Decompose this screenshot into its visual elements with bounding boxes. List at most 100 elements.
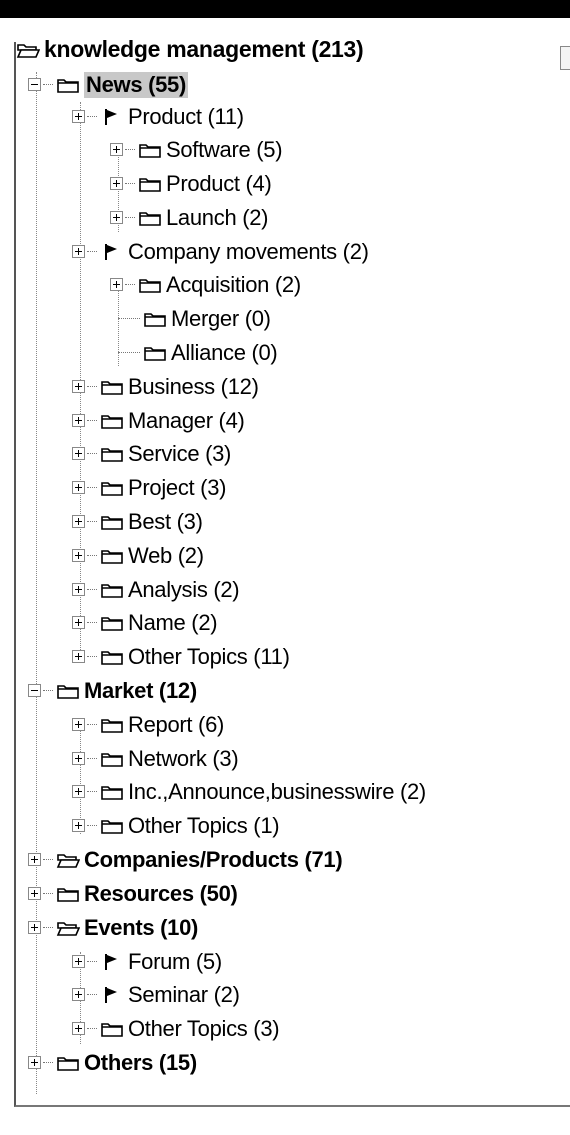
collapse-icon[interactable] bbox=[28, 684, 41, 697]
expand-icon[interactable] bbox=[28, 921, 41, 934]
folder-icon bbox=[100, 648, 124, 666]
tree-connector bbox=[125, 217, 135, 218]
tree-node-label: News (55) bbox=[84, 71, 189, 98]
expand-icon[interactable] bbox=[110, 211, 123, 224]
expand-icon[interactable] bbox=[72, 819, 85, 832]
tree-node-label: Project (3) bbox=[128, 474, 227, 500]
tree-connector bbox=[87, 1028, 97, 1029]
tree-node-market[interactable]: Market (12) bbox=[28, 674, 197, 707]
tree-node-web[interactable]: Web (2) bbox=[72, 539, 204, 572]
tree-connector bbox=[87, 420, 97, 421]
expand-icon[interactable] bbox=[28, 887, 41, 900]
tree-node-root[interactable]: knowledge management (213) bbox=[16, 33, 364, 66]
folder-icon bbox=[100, 445, 124, 463]
expand-icon[interactable] bbox=[72, 549, 85, 562]
tree-connector bbox=[87, 994, 97, 995]
tree-node-events[interactable]: Events (10) bbox=[28, 911, 198, 944]
tree-node-network[interactable]: Network (3) bbox=[72, 742, 239, 775]
tree-node-companies[interactable]: Companies/Products (71) bbox=[28, 843, 343, 876]
tree-node-acquisition[interactable]: Acquisition (2) bbox=[110, 268, 301, 301]
folder-icon bbox=[138, 209, 162, 227]
tree-node-resources[interactable]: Resources (50) bbox=[28, 877, 238, 910]
expand-icon[interactable] bbox=[72, 1022, 85, 1035]
tree-node-label: Service (3) bbox=[128, 440, 232, 466]
tree-node-label: Network (3) bbox=[128, 745, 239, 771]
folder-icon bbox=[100, 817, 124, 835]
expand-icon[interactable] bbox=[72, 785, 85, 798]
tree-node-name[interactable]: Name (2) bbox=[72, 606, 218, 639]
flag-icon bbox=[100, 953, 124, 971]
expand-icon[interactable] bbox=[72, 447, 85, 460]
tree-connector bbox=[87, 555, 97, 556]
tree-node-news-other[interactable]: Other Topics (11) bbox=[72, 640, 290, 673]
expand-icon[interactable] bbox=[72, 955, 85, 968]
expand-icon[interactable] bbox=[72, 414, 85, 427]
folder-icon bbox=[100, 1020, 124, 1038]
tree-node-project[interactable]: Project (3) bbox=[72, 471, 226, 504]
open-folder-icon bbox=[56, 919, 80, 937]
expand-icon[interactable] bbox=[72, 380, 85, 393]
tree-node-others[interactable]: Others (15) bbox=[28, 1046, 197, 1079]
folder-icon bbox=[143, 344, 167, 362]
tree-node-forum[interactable]: Forum (5) bbox=[72, 945, 222, 978]
tree-node-analysis[interactable]: Analysis (2) bbox=[72, 573, 240, 606]
tree-node-software[interactable]: Software (5) bbox=[110, 133, 283, 166]
expand-icon[interactable] bbox=[110, 177, 123, 190]
folder-icon bbox=[100, 614, 124, 632]
folder-icon bbox=[138, 141, 162, 159]
folder-icon bbox=[100, 412, 124, 430]
tree-node-company-movements[interactable]: Company movements (2) bbox=[72, 235, 369, 268]
tree-node-market-other[interactable]: Other Topics (1) bbox=[72, 809, 280, 842]
tree-connector bbox=[87, 758, 97, 759]
open-folder-icon bbox=[16, 41, 40, 59]
tree-node-product-sub[interactable]: Product (4) bbox=[110, 167, 272, 200]
tree-node-events-other[interactable]: Other Topics (3) bbox=[72, 1012, 280, 1045]
expand-icon[interactable] bbox=[72, 616, 85, 629]
tree-connector bbox=[87, 656, 97, 657]
tree-node-label: Product (11) bbox=[128, 103, 244, 129]
tree-node-news[interactable]: News (55) bbox=[28, 68, 189, 101]
tree-connector bbox=[125, 284, 135, 285]
expand-icon[interactable] bbox=[110, 278, 123, 291]
tree-node-label: Other Topics (3) bbox=[128, 1015, 280, 1041]
tree-node-label: Product (4) bbox=[166, 170, 272, 196]
flag-icon bbox=[100, 108, 124, 126]
tree-node-label: Alliance (0) bbox=[171, 339, 278, 365]
expand-icon[interactable] bbox=[72, 515, 85, 528]
tree-node-best[interactable]: Best (3) bbox=[72, 505, 203, 538]
tree-connector bbox=[87, 825, 97, 826]
flag-icon bbox=[100, 986, 124, 1004]
expand-icon[interactable] bbox=[72, 481, 85, 494]
tree-connector bbox=[87, 791, 97, 792]
tree-node-alliance[interactable]: Alliance (0) bbox=[118, 336, 278, 369]
tree-node-seminar[interactable]: Seminar (2) bbox=[72, 978, 240, 1011]
tree-node-label: Other Topics (11) bbox=[128, 643, 290, 669]
tree-node-business[interactable]: Business (12) bbox=[72, 370, 259, 403]
expand-icon[interactable] bbox=[110, 143, 123, 156]
tree-node-label: Resources (50) bbox=[84, 880, 238, 906]
tree-node-manager[interactable]: Manager (4) bbox=[72, 404, 245, 437]
tree-connector bbox=[43, 690, 53, 691]
expand-icon[interactable] bbox=[72, 718, 85, 731]
expand-icon[interactable] bbox=[28, 853, 41, 866]
expand-icon[interactable] bbox=[72, 110, 85, 123]
tree-node-launch[interactable]: Launch (2) bbox=[110, 201, 268, 234]
expand-icon[interactable] bbox=[72, 583, 85, 596]
expand-icon[interactable] bbox=[72, 988, 85, 1001]
tree-node-label: Merger (0) bbox=[171, 305, 271, 331]
expand-icon[interactable] bbox=[72, 752, 85, 765]
tree-node-news-product[interactable]: Product (11) bbox=[72, 100, 244, 133]
tree-node-inc[interactable]: Inc.,Announce,businesswire (2) bbox=[72, 775, 426, 808]
tree-node-label: Others (15) bbox=[84, 1049, 197, 1075]
expand-icon[interactable] bbox=[28, 1056, 41, 1069]
collapse-icon[interactable] bbox=[28, 78, 41, 91]
tree-node-label: knowledge management (213) bbox=[44, 36, 364, 62]
tree-node-service[interactable]: Service (3) bbox=[72, 437, 231, 470]
scrollbar[interactable] bbox=[560, 46, 570, 70]
expand-icon[interactable] bbox=[72, 650, 85, 663]
tree-node-report[interactable]: Report (6) bbox=[72, 708, 224, 741]
tree-node-label: Forum (5) bbox=[128, 948, 222, 974]
expand-icon[interactable] bbox=[72, 245, 85, 258]
tree-node-label: Events (10) bbox=[84, 914, 199, 940]
tree-node-merger[interactable]: Merger (0) bbox=[118, 302, 271, 335]
